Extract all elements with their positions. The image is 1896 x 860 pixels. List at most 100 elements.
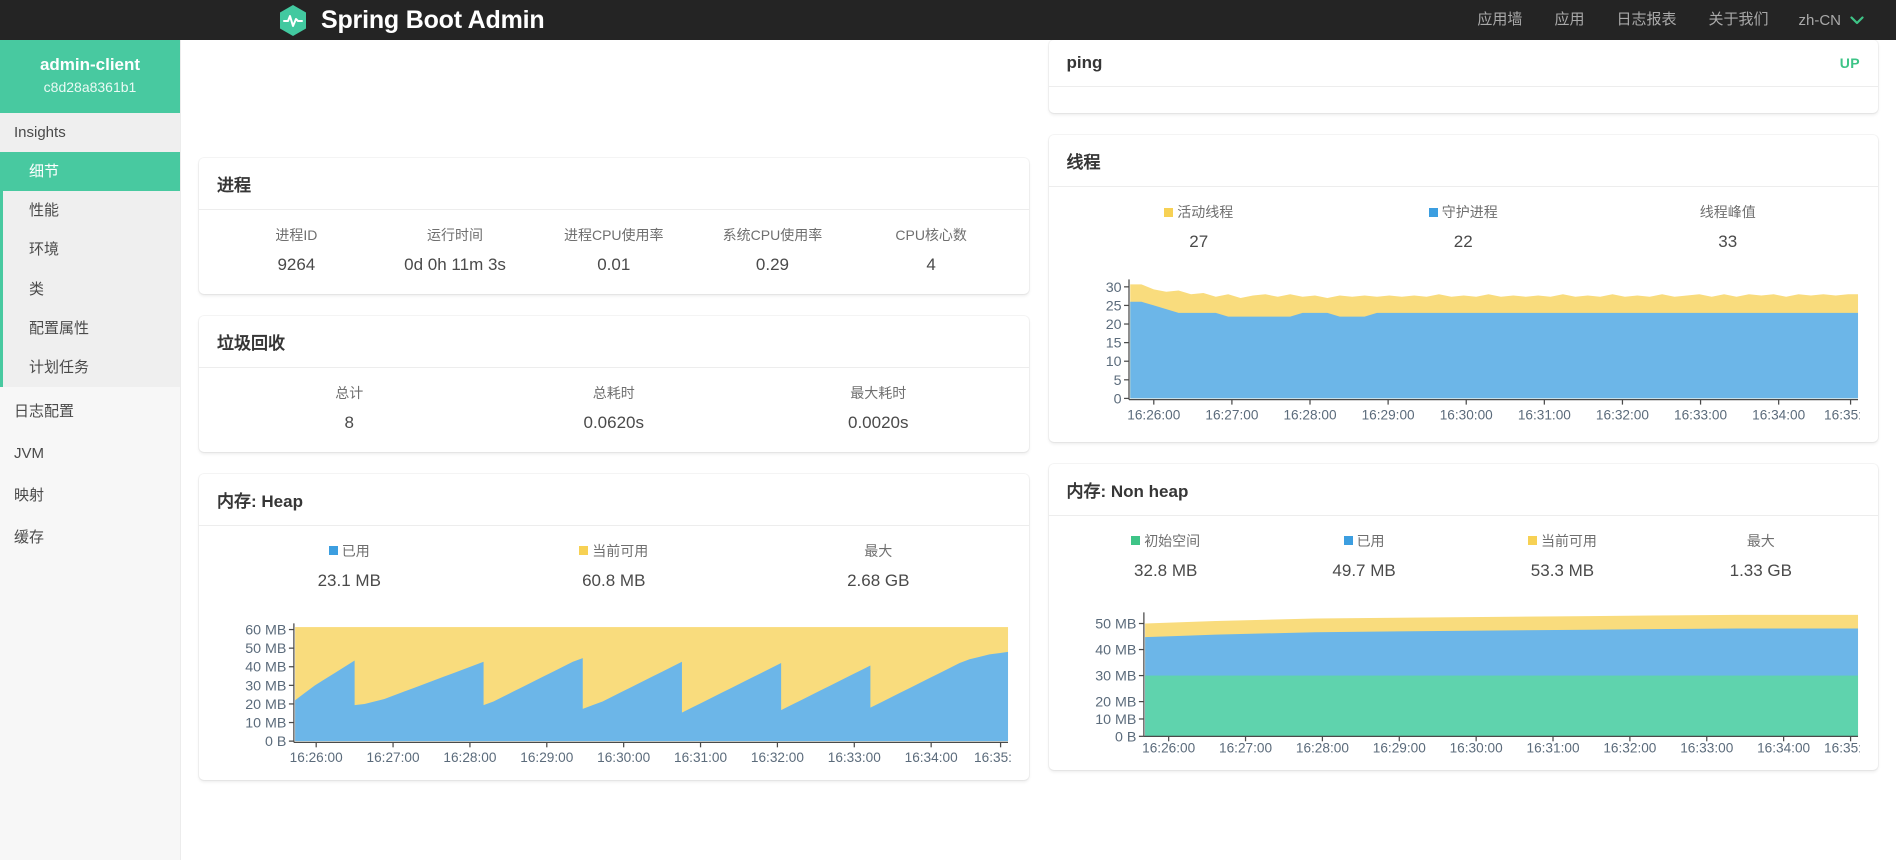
ping-card-body [1049,87,1879,113]
brand-title: Spring Boot Admin [321,5,545,34]
svg-text:16:29:00: 16:29:00 [1372,741,1425,754]
legend-swatch-icon [1428,207,1438,217]
ping-card-title: ping [1066,53,1103,72]
nav-item-about[interactable]: 关于我们 [1692,0,1784,40]
stat-label: CPU核心数 [895,227,967,243]
threads-card: 线程 活动线程 27 守护进程 22 线程峰值 33 30 25 20 15 1… [1048,135,1878,442]
svg-text:10 MB: 10 MB [1095,712,1136,728]
threads-chart: 30 25 20 15 10 5 0 16:26:00 16:27:00 16:… [1067,267,1860,426]
sidebar-item-jvm[interactable]: JVM [0,433,180,475]
memory-heap-card-title: 内存: Heap [217,491,303,511]
sidebar-item-environment[interactable]: 环境 [0,230,180,270]
stat-label-text: 当前可用 [1540,532,1597,549]
svg-text:30 MB: 30 MB [1095,669,1136,685]
stat-label-text: 初始空间 [1144,532,1201,549]
gc-card-title: 垃圾回收 [217,333,285,353]
stat-live-threads: 活动线程 27 [1067,201,1332,255]
svg-text:16:28:00: 16:28:00 [443,750,496,764]
stat-label-text: 已用 [341,542,370,559]
svg-text:16:28:00: 16:28:00 [1295,741,1348,754]
stat-label: 当前可用 [486,540,743,562]
sidebar-item-loggers[interactable]: 日志配置 [0,391,180,433]
stat-process-cpu-usage: 进程CPU使用率 0.01 [534,224,693,278]
memory-nonheap-card-body: 初始空间 32.8 MB 已用 49.7 MB 当前可用 53.3 MB 最大 … [1049,516,1879,771]
status-badge: UP [1839,55,1860,71]
memory-heap-stats: 已用 23.1 MB 当前可用 60.8 MB 最大 2.68 GB [217,540,1011,594]
svg-text:16:31:00: 16:31:00 [1526,741,1579,754]
stat-heap-used: 已用 23.1 MB [217,540,482,594]
process-card-header: 进程 [199,158,1029,210]
nav-item-applications[interactable]: 应用 [1538,0,1600,40]
svg-text:10: 10 [1105,354,1121,370]
stat-value: 9264 [277,255,316,275]
stat-label: 进程CPU使用率 [563,227,664,243]
sidebar-insights-group: 细节 性能 环境 类 配置属性 计划任务 [0,151,180,388]
svg-text:16:29:00: 16:29:00 [520,750,573,764]
language-selector[interactable]: zh-CN [1784,12,1878,29]
stat-nonheap-max: 最大 1.33 GB [1662,530,1860,584]
stat-value: 60.8 MB [582,571,646,591]
svg-text:16:31:00: 16:31:00 [674,750,727,764]
gc-stats: 总计 8 总耗时 0.0620s 最大耗时 0.0020s [217,382,1011,436]
sidebar-item-mappings[interactable]: 映射 [0,475,180,517]
memory-nonheap-card: 内存: Non heap 初始空间 32.8 MB 已用 49.7 MB 当前可… [1048,463,1879,771]
svg-text:20 MB: 20 MB [245,697,286,713]
threads-x-axis: 16:26:00 16:27:00 16:28:00 16:29:00 16:3… [1127,398,1860,422]
ping-card-header: ping UP [1048,40,1878,87]
stat-value: 1.33 GB [1729,560,1792,580]
stat-system-cpu-usage: 系统CPU使用率 0.29 [693,224,852,278]
memory-heap-chart-svg: 60 MB 50 MB 40 MB 30 MB 20 MB 10 MB 0 B [245,622,1011,764]
threads-plot-area [1129,284,1858,399]
stat-nonheap-committed: 当前可用 53.3 MB [1463,530,1661,584]
memory-nonheap-stats: 初始空间 32.8 MB 已用 49.7 MB 当前可用 53.3 MB 最大 … [1067,530,1861,584]
memory-heap-chart: 60 MB 50 MB 40 MB 30 MB 20 MB 10 MB 0 B [217,606,1011,764]
spring-boot-admin-logo-icon [278,4,308,37]
svg-text:0 B: 0 B [1115,730,1136,746]
memory-heap-card-header: 内存: Heap [199,474,1029,526]
svg-text:5: 5 [1113,373,1121,389]
stat-value: 0.29 [755,255,789,275]
sidebar-app-name: admin-client [39,55,141,74]
brand[interactable]: Spring Boot Admin [278,4,545,37]
stat-value: 0d 0h 11m 3s [404,255,506,275]
memory-heap-card-body: 已用 23.1 MB 当前可用 60.8 MB 最大 2.68 GB 60 MB… [199,526,1029,781]
memory-nonheap-chart: 50 MB 40 MB 30 MB 20 MB 10 MB 0 B 16:26:… [1067,595,1860,754]
stat-label-text: 当前可用 [592,542,649,559]
sidebar-item-performance[interactable]: 性能 [0,191,180,231]
svg-text:16:27:00: 16:27:00 [1205,407,1258,422]
ping-card: ping UP [1048,40,1879,113]
sidebar-item-details[interactable]: 细节 [0,151,180,192]
svg-text:16:34:00: 16:34:00 [905,750,958,764]
main-content: 进程 进程ID 9264 运行时间 0d 0h 11m 3s 进程CPU使用率 … [181,40,1896,860]
svg-text:16:33:00: 16:33:00 [1674,407,1727,422]
svg-text:16:32:00: 16:32:00 [751,750,804,764]
sidebar-item-scheduled-tasks[interactable]: 计划任务 [0,348,180,388]
stat-label: 最大耗时 [850,384,907,401]
svg-text:16:27:00: 16:27:00 [367,750,420,764]
svg-text:16:34:00: 16:34:00 [1757,741,1810,754]
legend-swatch-icon [579,546,589,556]
stat-gc-total-time: 总耗时 0.0620s [482,382,747,436]
stat-label: 活动线程 [1071,201,1328,223]
svg-text:16:26:00: 16:26:00 [290,750,343,764]
sidebar-item-caches[interactable]: 缓存 [0,517,180,559]
stat-label: 最大 [864,542,893,559]
sidebar-item-classes[interactable]: 类 [0,269,180,309]
nav-item-journal[interactable]: 日志报表 [1600,0,1692,40]
stat-heap-committed: 当前可用 60.8 MB [482,540,747,594]
stat-value: 2.68 GB [847,571,910,591]
svg-text:16:35:00: 16:35:00 [1824,741,1860,754]
threads-card-title: 线程 [1066,153,1101,172]
heap-x-axis: 16:26:00 16:27:00 16:28:00 16:29:00 16:3… [290,741,1011,764]
stat-uptime: 运行时间 0d 0h 11m 3s [376,224,535,278]
svg-text:50 MB: 50 MB [245,641,286,657]
legend-swatch-icon [1343,536,1353,546]
nav-item-applications-wall[interactable]: 应用墙 [1461,0,1538,40]
svg-text:16:27:00: 16:27:00 [1219,741,1272,754]
stat-label-text: 已用 [1356,532,1385,549]
svg-text:16:28:00: 16:28:00 [1283,407,1336,422]
sidebar-item-configprops[interactable]: 配置属性 [0,308,180,349]
stat-label: 进程ID [275,227,318,243]
gc-card-header: 垃圾回收 [199,316,1029,368]
sidebar-section-insights: Insights [0,112,180,152]
